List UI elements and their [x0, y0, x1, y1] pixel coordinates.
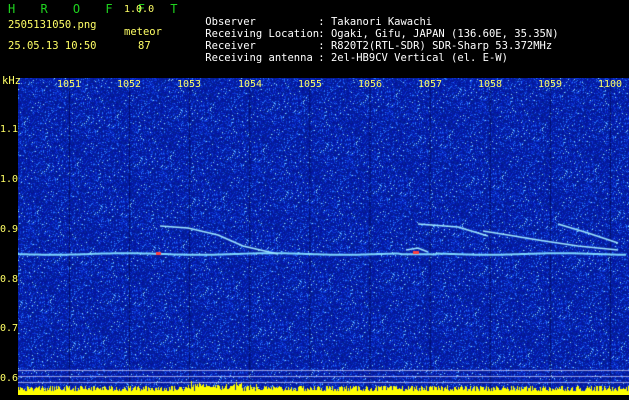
app-brand: H R O F F T: [8, 2, 187, 16]
y-tick-label: 0.9: [0, 224, 19, 235]
meteor-label: meteor: [124, 26, 162, 38]
info-key: Receiving antenna: [205, 52, 313, 64]
bottom-border: [0, 395, 629, 400]
x-tick-label: 1056: [357, 79, 383, 90]
x-tick-label: 1051: [56, 79, 82, 90]
timestamp: 25.05.13 10:50: [8, 40, 97, 52]
app-version: 1.0.0: [124, 4, 155, 15]
x-tick-label: 1054: [237, 79, 263, 90]
info-value: : 2el-HB9CV Vertical (el. E-W): [318, 52, 508, 64]
y-tick-label: 0.7: [0, 323, 19, 334]
meteor-count: 87: [138, 40, 151, 52]
y-tick-label: 1.1: [0, 124, 19, 135]
x-tick-label: 1059: [537, 79, 563, 90]
x-tick-label: 1055: [297, 79, 323, 90]
y-tick-label: 0.6: [0, 373, 19, 384]
header-panel: H R O F F T 1.0.0 2505131050.png meteor …: [0, 0, 629, 78]
x-tick-label: 1053: [176, 79, 202, 90]
x-tick-label: 1057: [417, 79, 443, 90]
y-tick-label: 1.0: [0, 174, 19, 185]
x-tick-label: 1052: [116, 79, 142, 90]
y-tick-label: 0.8: [0, 274, 19, 285]
info-row-antenna: Receiving antenna : 2el-HB9CV Vertical (e…: [180, 40, 508, 76]
x-tick-label: 1058: [477, 79, 503, 90]
file-name: 2505131050.png: [8, 19, 97, 31]
spectrogram: [18, 78, 629, 395]
x-tick-label: 1100: [597, 79, 623, 90]
y-axis-unit: kHz: [2, 75, 21, 87]
